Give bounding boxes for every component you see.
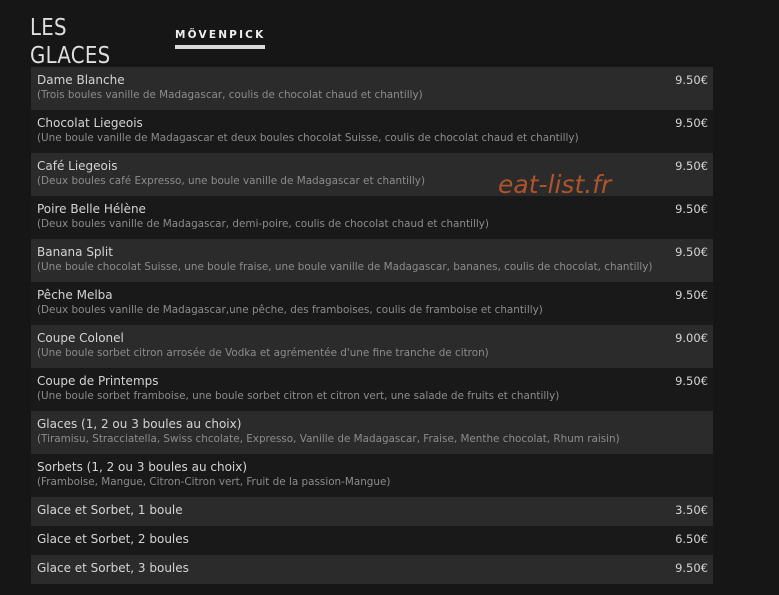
item-price: 9.50€: [675, 202, 708, 216]
menu-item: Pêche Melba (Deux boules vanille de Mada…: [31, 282, 713, 325]
page-title: LES GLACES: [30, 15, 111, 69]
menu-item: Glace et Sorbet, 1 boule 3.50€: [31, 497, 713, 526]
item-description: (Une boule vanille de Madagascar et deux…: [37, 132, 579, 144]
menu-item: Poire Belle Hélène (Deux boules vanille …: [31, 196, 713, 239]
item-name: Poire Belle Hélène: [37, 202, 146, 216]
item-name: Glace et Sorbet, 3 boules: [37, 561, 189, 575]
menu-item: Coupe Colonel (Une boule sorbet citron a…: [31, 325, 713, 368]
item-description: (Une boule chocolat Suisse, une boule fr…: [37, 261, 653, 273]
item-price: 9.50€: [675, 374, 708, 388]
item-name: Café Liegeois: [37, 159, 118, 173]
item-name: Banana Split: [37, 245, 113, 259]
item-price: 9.50€: [675, 245, 708, 259]
item-name: Sorbets (1, 2 ou 3 boules au choix): [37, 460, 248, 474]
item-price: 6.50€: [675, 532, 708, 546]
item-name: Glace et Sorbet, 1 boule: [37, 503, 183, 517]
item-description: (Tiramisu, Stracciatella, Swiss chcolate…: [37, 433, 620, 445]
item-description: (Une boule sorbet framboise, une boule s…: [37, 390, 560, 402]
menu-item: Chocolat Liegeois (Une boule vanille de …: [31, 110, 713, 153]
menu-item: Dame Blanche (Trois boules vanille de Ma…: [31, 67, 713, 110]
item-price: 9.50€: [675, 116, 708, 130]
item-description: (Deux boules café Expresso, une boule va…: [37, 175, 426, 187]
item-name: Pêche Melba: [37, 288, 113, 302]
item-name: Chocolat Liegeois: [37, 116, 143, 130]
item-name: Dame Blanche: [37, 73, 125, 87]
item-description: (Framboise, Mangue, Citron-Citron vert, …: [37, 476, 391, 488]
item-price: 3.50€: [675, 503, 708, 517]
item-price: 9.50€: [675, 288, 708, 302]
menu-item: Glaces (1, 2 ou 3 boules au choix) (Tira…: [31, 411, 713, 454]
item-description: (Deux boules vanille de Madagascar,une p…: [37, 304, 543, 316]
brand-underline: [175, 45, 265, 49]
item-name: Glace et Sorbet, 2 boules: [37, 532, 189, 546]
item-description: (Une boule sorbet citron arrosée de Vodk…: [37, 347, 489, 359]
item-price: 9.50€: [675, 561, 708, 575]
brand-name: MÖVENPICK: [175, 29, 266, 41]
item-price: 9.50€: [675, 159, 708, 173]
menu-list: Dame Blanche (Trois boules vanille de Ma…: [31, 67, 713, 584]
item-description: (Trois boules vanille de Madagascar, cou…: [37, 89, 423, 101]
menu-item: Glace et Sorbet, 2 boules 6.50€: [31, 526, 713, 555]
menu-item: Sorbets (1, 2 ou 3 boules au choix) (Fra…: [31, 454, 713, 497]
item-price: 9.00€: [675, 331, 708, 345]
menu-item: Glace et Sorbet, 3 boules 9.50€: [31, 555, 713, 584]
item-name: Coupe de Printemps: [37, 374, 159, 388]
item-name: Coupe Colonel: [37, 331, 124, 345]
brand-logo: MÖVENPICK: [175, 29, 265, 49]
item-name: Glaces (1, 2 ou 3 boules au choix): [37, 417, 242, 431]
menu-item: Café Liegeois (Deux boules café Expresso…: [31, 153, 713, 196]
page-header: LES GLACES MÖVENPICK: [30, 15, 265, 69]
item-description: (Deux boules vanille de Madagascar, demi…: [37, 218, 489, 230]
menu-item: Coupe de Printemps (Une boule sorbet fra…: [31, 368, 713, 411]
item-price: 9.50€: [675, 73, 708, 87]
menu-item: Banana Split (Une boule chocolat Suisse,…: [31, 239, 713, 282]
